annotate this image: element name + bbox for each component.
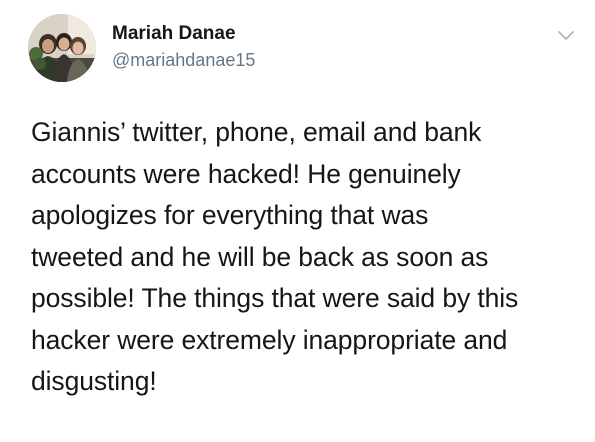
tweet-text-line: Giannis’ twitter, phone, email and bank [31, 117, 482, 147]
author-display-name[interactable]: Mariah Danae [112, 22, 255, 46]
tweet-card: Mariah Danae @mariahdanae15 Giannis’ twi… [0, 0, 595, 442]
chevron-down-icon [558, 31, 574, 40]
author-handle[interactable]: @mariahdanae15 [112, 48, 255, 72]
tweet-text-line: hacker were extremely inappropriate and [31, 324, 508, 355]
profile-photo-icon [28, 14, 96, 82]
tweet-text-line: tweeted and he will be back as soon as [31, 241, 489, 272]
tweet-text-line: accounts were hacked! He genuinely [31, 158, 461, 189]
tweet-text-line: disgusting! [31, 366, 157, 396]
tweet-text-line: apologizes for everything that was [31, 200, 429, 230]
tweet-text: Giannis’ twitter, phone, email and bank … [31, 112, 581, 403]
tweet-menu-button[interactable] [555, 24, 577, 46]
author-info[interactable]: Mariah Danae @mariahdanae15 [112, 22, 255, 72]
author-avatar[interactable] [28, 14, 96, 82]
tweet-text-line: possible! The things that were said by t… [31, 283, 519, 313]
